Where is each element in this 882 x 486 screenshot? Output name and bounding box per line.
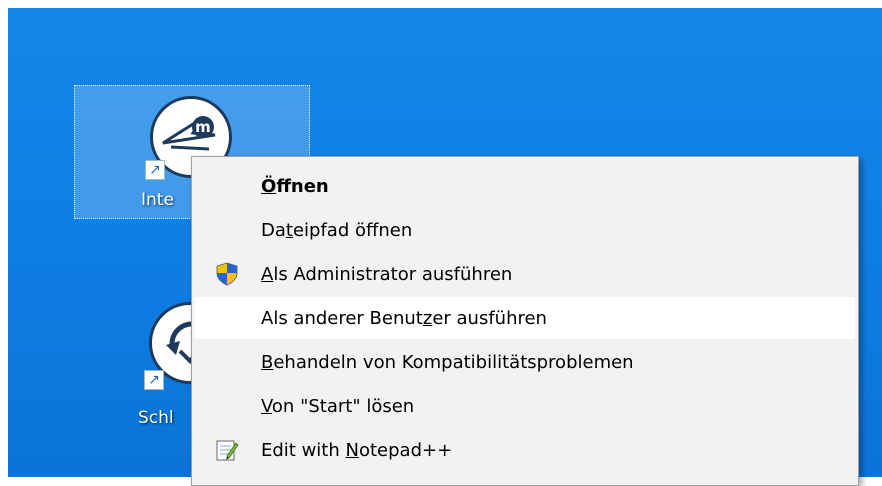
menu-item-label: Von "Start" lösen <box>261 395 415 417</box>
menu-item-troubleshoot-compatibility[interactable]: Behandeln von Kompatibilitätsproblemen <box>195 341 855 383</box>
menu-item-run-as-admin[interactable]: Als Administrator ausführen <box>195 253 855 295</box>
shortcut-arrow-icon: ↗ <box>145 160 165 180</box>
menu-item-label: Edit with Notepad++ <box>261 439 453 461</box>
menu-item-open-file-location[interactable]: Dateipfad öffnen <box>195 209 855 251</box>
desktop-icon-label: Schl <box>138 408 174 428</box>
menu-item-label: Dateipfad öffnen <box>261 219 413 241</box>
context-menu: Öffnen Dateipfad öffnen Als Administrato… <box>191 156 859 486</box>
svg-text:m: m <box>195 118 211 136</box>
notepadpp-icon <box>215 438 239 462</box>
menu-item-unpin-from-start[interactable]: Von "Start" lösen <box>195 385 855 427</box>
menu-item-edit-notepadpp[interactable]: Edit with Notepad++ <box>195 429 855 471</box>
menu-item-label: Behandeln von Kompatibilitätsproblemen <box>261 351 634 373</box>
menu-item-run-as-other-user[interactable]: Als anderer Benutzer ausführen <box>195 297 855 339</box>
menu-item-label: Als anderer Benutzer ausführen <box>261 307 547 329</box>
menu-item-open[interactable]: Öffnen <box>195 165 855 207</box>
menu-item-label: Öffnen <box>261 175 329 197</box>
menu-item-label: Als Administrator ausführen <box>261 263 513 285</box>
shortcut-arrow-icon: ↗ <box>144 370 164 390</box>
desktop-icon-label: Inte <box>141 190 174 210</box>
uac-shield-icon <box>215 262 239 286</box>
